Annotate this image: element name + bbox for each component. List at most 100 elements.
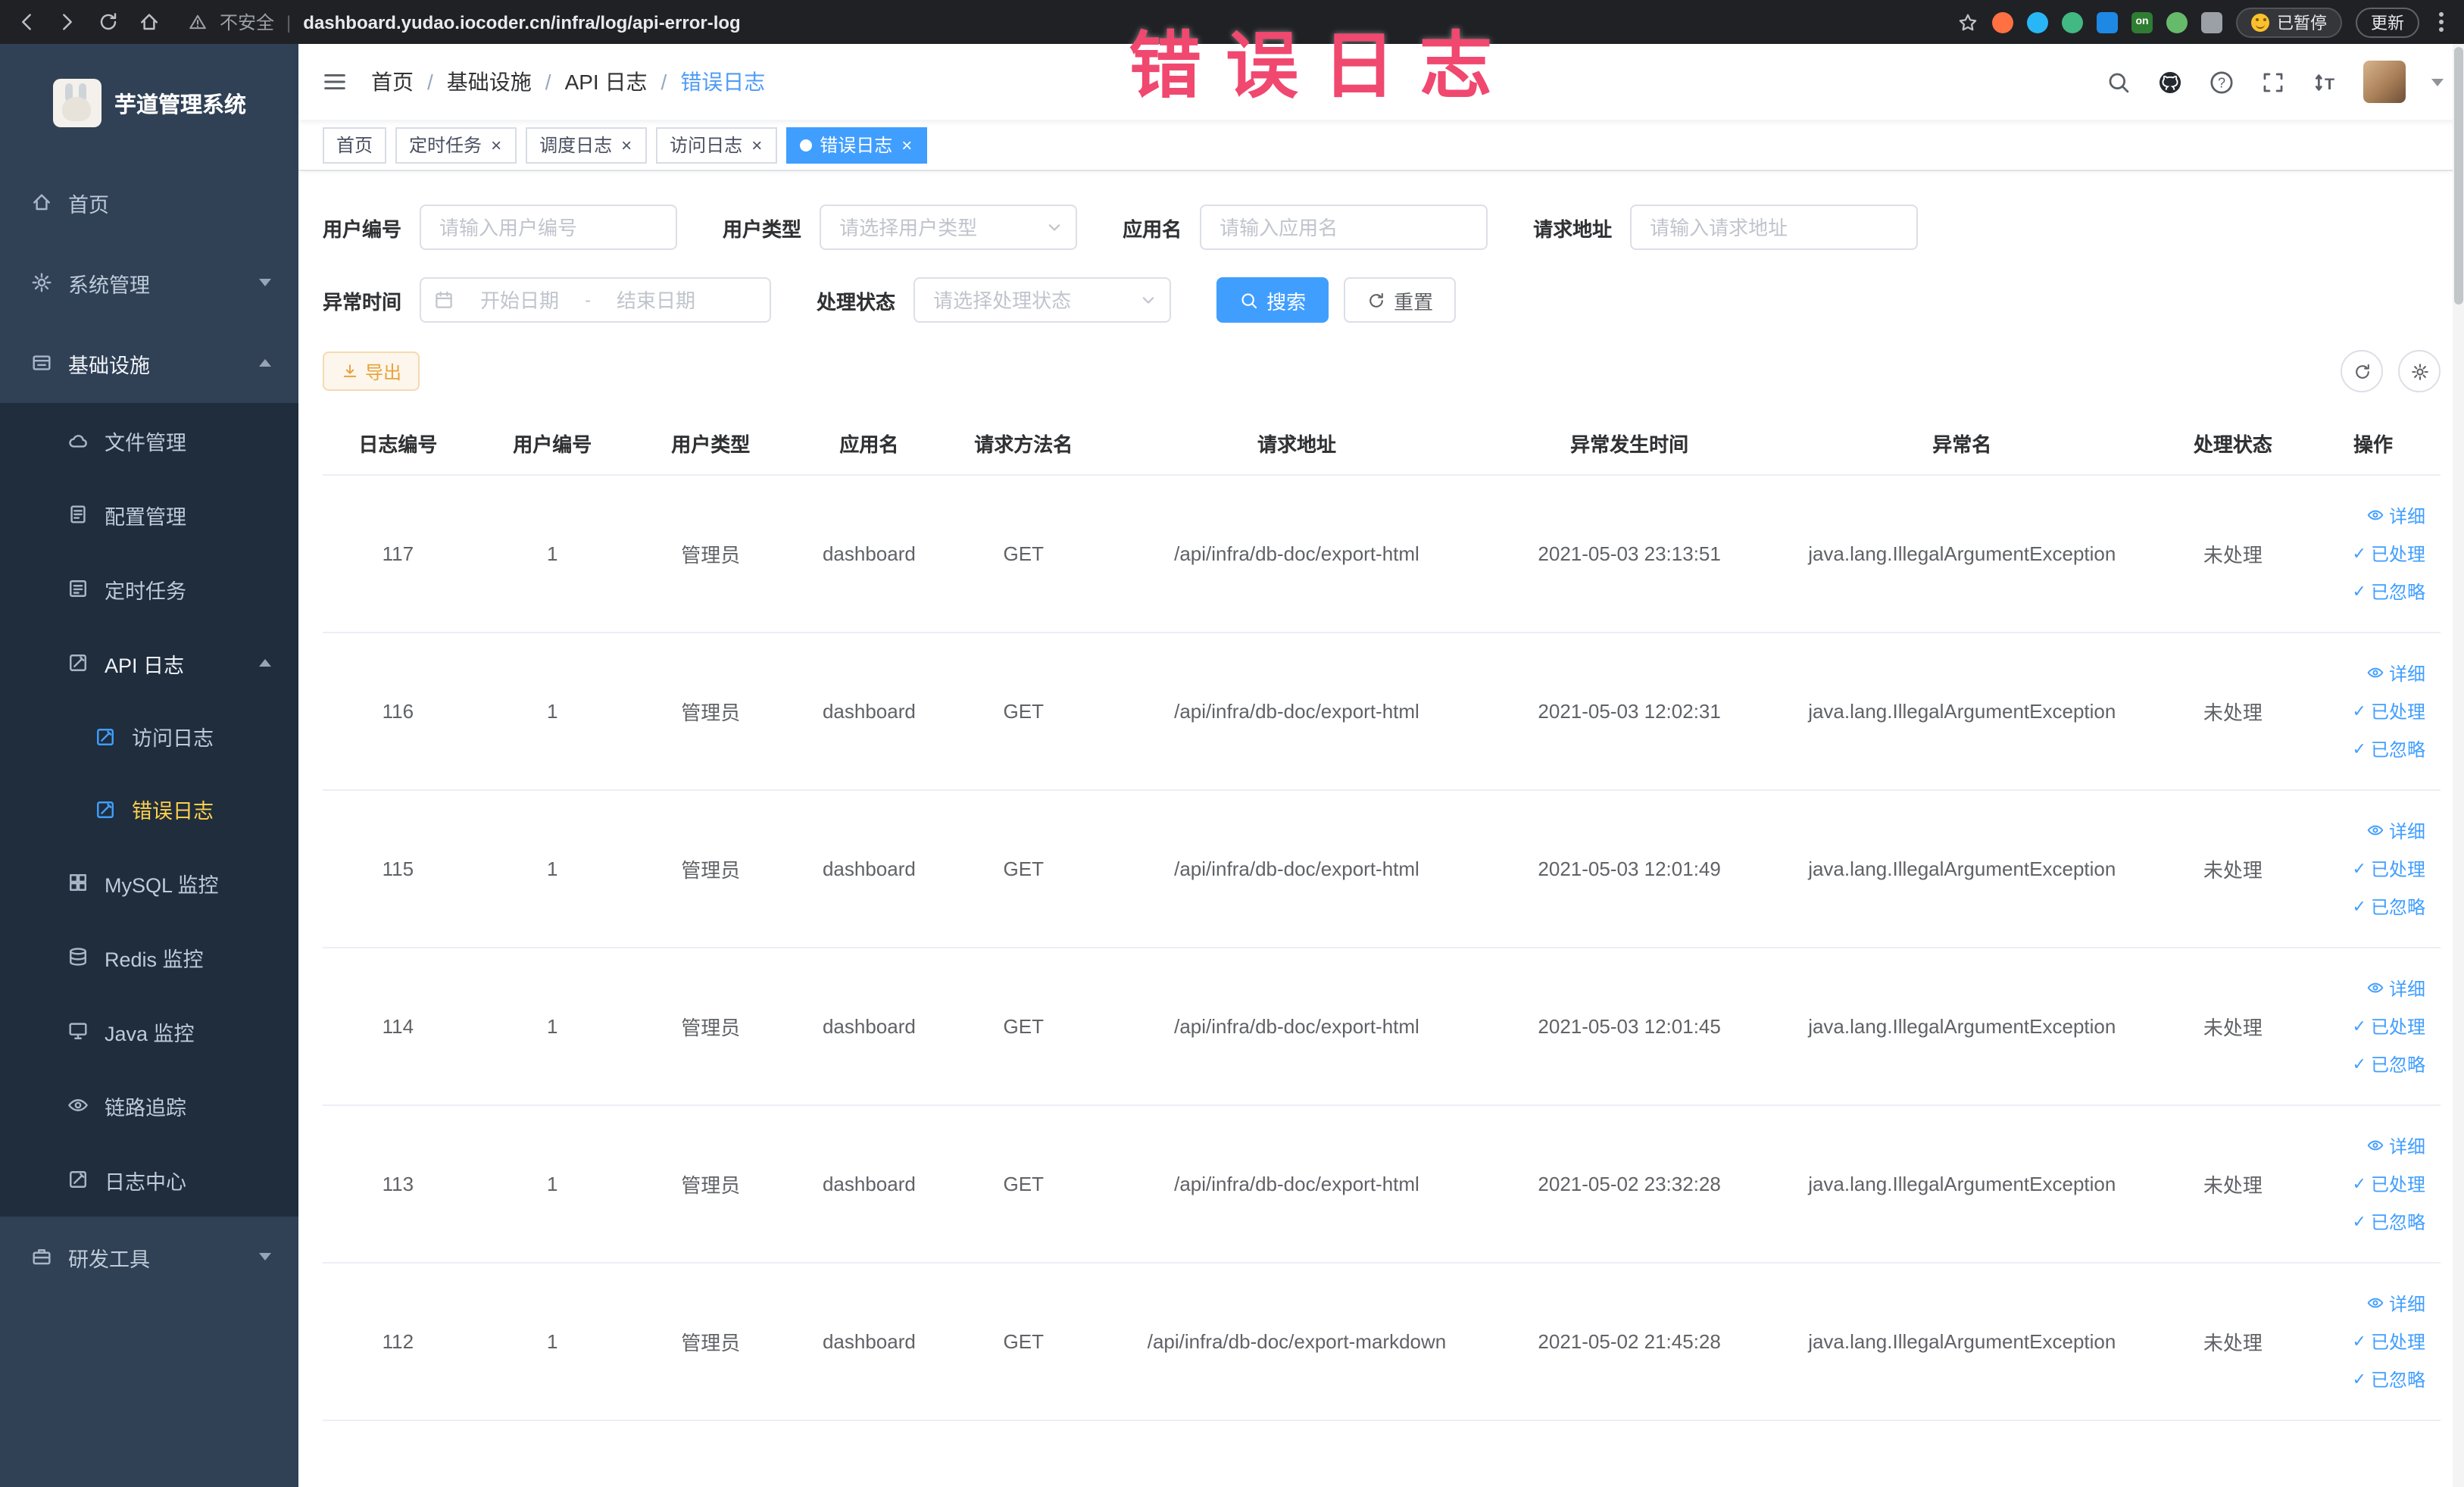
- detail-link[interactable]: 详细: [2366, 817, 2425, 843]
- ignore-link[interactable]: ✓ 已忽略: [2353, 1051, 2425, 1076]
- extension-icon[interactable]: [2166, 11, 2188, 33]
- detail-link[interactable]: 详细: [2366, 502, 2425, 528]
- bookmark-star-icon[interactable]: [1957, 11, 1978, 33]
- avatar[interactable]: [2363, 61, 2406, 103]
- app-name-input[interactable]: [1200, 205, 1488, 250]
- help-icon[interactable]: ?: [2209, 69, 2234, 95]
- home-icon[interactable]: [138, 11, 161, 33]
- ignore-link-label: 已忽略: [2370, 1369, 2425, 1390]
- reset-button[interactable]: 重置: [1344, 277, 1457, 323]
- forward-icon[interactable]: [56, 11, 79, 33]
- user-id-input[interactable]: [420, 205, 678, 250]
- paused-extension-chip[interactable]: 已暂停: [2236, 7, 2342, 37]
- sidebar-item-label: 访问日志: [132, 727, 214, 750]
- processed-link[interactable]: ✓ 已处理: [2353, 1013, 2425, 1039]
- cell-request-url: /api/infra/db-doc/export-html: [1098, 474, 1495, 633]
- sidebar-item-dev-tools[interactable]: 研发工具: [0, 1217, 298, 1297]
- sidebar-item-scheduled-job[interactable]: 定时任务: [0, 551, 298, 626]
- processed-link[interactable]: ✓ 已处理: [2353, 1328, 2425, 1354]
- extension-icon[interactable]: [2097, 11, 2118, 33]
- user-type-select[interactable]: [820, 205, 1078, 250]
- security-warning-icon[interactable]: [188, 12, 208, 32]
- tab[interactable]: 访问日志 ×: [656, 127, 778, 163]
- detail-link[interactable]: 详细: [2366, 660, 2425, 686]
- sidebar-item-trace[interactable]: 链路追踪: [0, 1068, 298, 1142]
- check-icon: ✓: [2352, 1017, 2366, 1036]
- table-toolbar: 导出: [323, 350, 2441, 392]
- fullscreen-icon[interactable]: [2260, 69, 2286, 95]
- tab[interactable]: 调度日志 ×: [526, 127, 648, 163]
- end-date-input[interactable]: [597, 289, 716, 311]
- sidebar-item-error-log[interactable]: 错误日志: [0, 773, 298, 845]
- search-button[interactable]: 搜索: [1216, 277, 1329, 323]
- scrollbar-thumb[interactable]: [2454, 47, 2463, 305]
- tab[interactable]: 错误日志 ×: [786, 127, 928, 163]
- ignore-link[interactable]: ✓ 已忽略: [2353, 1366, 2425, 1392]
- hamburger-icon[interactable]: [298, 68, 371, 95]
- detail-link[interactable]: 详细: [2366, 975, 2425, 1001]
- sidebar-item-infra[interactable]: 基础设施: [0, 323, 298, 403]
- sidebar-item-redis-monitor[interactable]: Redis 监控: [0, 920, 298, 994]
- calendar-icon: [433, 289, 454, 311]
- page-scrollbar[interactable]: [2453, 44, 2464, 1487]
- processed-link[interactable]: ✓ 已处理: [2353, 698, 2425, 723]
- sidebar-item-mysql-monitor[interactable]: MySQL 监控: [0, 845, 298, 920]
- tab-close-icon[interactable]: ×: [900, 134, 913, 155]
- breadcrumb-item[interactable]: 基础设施: [447, 67, 532, 97]
- detail-link[interactable]: 详细: [2366, 1132, 2425, 1158]
- breadcrumb-item[interactable]: API 日志: [565, 67, 648, 97]
- exception-time-range-picker[interactable]: -: [420, 277, 772, 323]
- ignore-link[interactable]: ✓ 已忽略: [2353, 893, 2425, 919]
- chevron-up-icon: [259, 359, 271, 367]
- sidebar-item-log-center[interactable]: 日志中心: [0, 1142, 298, 1217]
- extension-icon[interactable]: [1992, 11, 2013, 33]
- browser-menu-icon[interactable]: [2439, 20, 2444, 24]
- screen: 不安全 | dashboard.yudao.iocoder.cn/infra/l…: [0, 0, 2464, 1487]
- sidebar-item-system[interactable]: 系统管理: [0, 242, 298, 323]
- extension-icon[interactable]: [2062, 11, 2083, 33]
- processed-link[interactable]: ✓ 已处理: [2353, 855, 2425, 881]
- breadcrumb-item[interactable]: 首页: [371, 67, 414, 97]
- detail-link[interactable]: 详细: [2366, 1290, 2425, 1316]
- processed-link[interactable]: ✓ 已处理: [2353, 540, 2425, 566]
- browser-update-button[interactable]: 更新: [2356, 7, 2419, 37]
- extension-icon[interactable]: [2027, 11, 2048, 33]
- sidebar-item-java-monitor[interactable]: Java 监控: [0, 994, 298, 1068]
- tab[interactable]: 定时任务 ×: [395, 127, 517, 163]
- tab[interactable]: 首页: [323, 127, 387, 163]
- chevron-down-icon[interactable]: [2431, 78, 2444, 86]
- address-bar[interactable]: 不安全 | dashboard.yudao.iocoder.cn/infra/l…: [182, 9, 1948, 35]
- sidebar-item-file-manage[interactable]: 文件管理: [0, 403, 298, 477]
- extension-icon[interactable]: on: [2131, 11, 2153, 33]
- reload-icon[interactable]: [97, 11, 120, 33]
- refresh-table-button[interactable]: [2341, 350, 2383, 392]
- back-icon[interactable]: [15, 11, 38, 33]
- tab-close-icon[interactable]: ×: [489, 134, 503, 155]
- filter-row-1: 用户编号 用户类型 应用名 请求: [323, 205, 2441, 250]
- sidebar-item-home[interactable]: 首页: [0, 162, 298, 242]
- github-icon[interactable]: [2157, 69, 2183, 95]
- start-date-input[interactable]: [461, 289, 579, 311]
- export-button[interactable]: 导出: [323, 351, 420, 391]
- ignore-link[interactable]: ✓ 已忽略: [2353, 736, 2425, 761]
- font-size-icon[interactable]: T: [2312, 69, 2338, 95]
- search-icon[interactable]: [2106, 69, 2131, 95]
- tab-close-icon[interactable]: ×: [620, 134, 633, 155]
- processed-link[interactable]: ✓ 已处理: [2353, 1170, 2425, 1196]
- ignore-link[interactable]: ✓ 已忽略: [2353, 1208, 2425, 1234]
- process-status-select[interactable]: [913, 277, 1172, 323]
- ignore-link[interactable]: ✓ 已忽略: [2353, 578, 2425, 604]
- extension-icon[interactable]: [2201, 11, 2222, 33]
- cell-log-id: 114: [323, 947, 473, 1105]
- sidebar-item-access-log[interactable]: 访问日志: [0, 700, 298, 773]
- tab-close-icon[interactable]: ×: [750, 134, 764, 155]
- column-header: 请求地址: [1098, 414, 1495, 475]
- sidebar-item-config-manage[interactable]: 配置管理: [0, 477, 298, 551]
- tags-bar: 首页 定时任务 × 调度日志 × 访问日志 × 错误日志 ×: [298, 120, 2464, 171]
- url-text[interactable]: dashboard.yudao.iocoder.cn/infra/log/api…: [303, 11, 740, 33]
- column-settings-button[interactable]: [2398, 350, 2441, 392]
- omnibox-separator: |: [286, 11, 292, 33]
- app-logo[interactable]: 芋道管理系统: [0, 44, 298, 162]
- request-url-input[interactable]: [1630, 205, 1919, 250]
- sidebar-item-api-log[interactable]: API 日志: [0, 626, 298, 700]
